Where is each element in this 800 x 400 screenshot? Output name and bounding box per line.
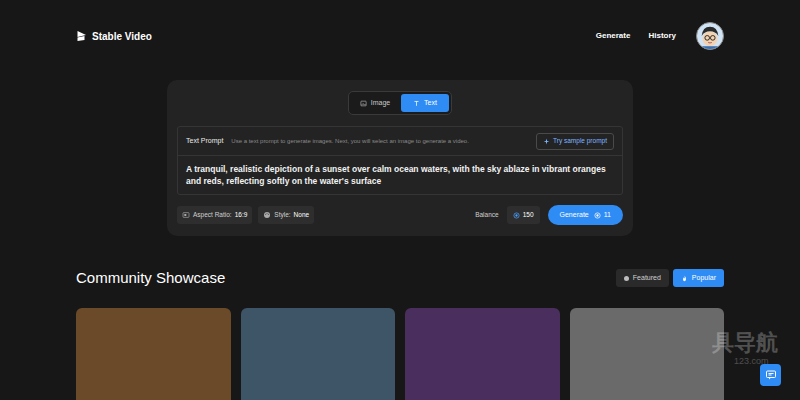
nav-link[interactable]: Generate: [596, 30, 631, 42]
mode-tab-label: Image: [371, 98, 390, 109]
avatar-icon[interactable]: [696, 22, 724, 50]
image-icon: [360, 100, 367, 107]
showcase-card[interactable]: [405, 308, 560, 400]
chat-button[interactable]: [760, 364, 781, 386]
showcase-header: Community Showcase Featured Popular: [76, 269, 724, 287]
prompt-text: A tranquil, realistic depiction of a sun…: [186, 163, 614, 187]
prompt-header: Text Prompt Use a text prompt to generate…: [178, 127, 622, 156]
logo-icon: [76, 30, 88, 42]
coin-icon: [513, 212, 520, 219]
generator-card: Image Text Text Prompt Use a text prompt to…: [167, 80, 633, 236]
header-right: Generate History: [596, 22, 724, 50]
showcase-card[interactable]: [241, 308, 396, 400]
chat-icon: [765, 369, 777, 381]
palette-icon: [263, 211, 271, 219]
mode-tab[interactable]: Image: [351, 94, 399, 112]
showcase-title: Community Showcase: [76, 267, 225, 290]
header: Stable Video Generate History: [0, 0, 800, 50]
showcase-grid: [76, 308, 724, 400]
generate-cost: 11: [604, 210, 611, 221]
logo[interactable]: Stable Video: [76, 29, 152, 44]
aspect-ratio-icon: [182, 211, 190, 219]
text-icon: [413, 100, 420, 107]
options-row: Aspect Ratio:16:9 Style: None Balance 150 Gen…: [177, 205, 623, 225]
showcase-card[interactable]: [76, 308, 231, 400]
showcase-tab-label: Featured: [633, 273, 661, 284]
prompt-hint: Use a text prompt to generate images. Ne…: [231, 137, 528, 146]
option-chip[interactable]: Aspect Ratio:16:9: [177, 206, 252, 224]
option-value: None: [294, 210, 310, 220]
showcase-card[interactable]: [570, 308, 725, 400]
showcase-tab[interactable]: Popular: [673, 269, 724, 287]
sample-prompt-button[interactable]: Try sample prompt: [536, 133, 614, 150]
balance-chip: 150: [507, 206, 540, 224]
generate-button[interactable]: Generate 11: [548, 205, 623, 225]
option-value: 16:9: [235, 210, 248, 220]
generate-label: Generate: [560, 210, 589, 221]
community-showcase: Community Showcase Featured Popular: [0, 269, 800, 400]
fire-icon: [681, 275, 688, 282]
watermark: 具导航123.com: [712, 330, 778, 367]
mode-tab-label: Text: [424, 98, 437, 109]
balance-label: Balance: [475, 210, 499, 220]
sparkle-icon: [543, 138, 550, 145]
logo-text: Stable Video: [92, 29, 152, 44]
sample-prompt-label: Try sample prompt: [553, 136, 607, 146]
prompt-box: Text Prompt Use a text prompt to generate…: [177, 126, 623, 195]
option-label: Aspect Ratio:: [193, 210, 232, 220]
balance-value: 150: [523, 210, 534, 220]
showcase-tabs: Featured Popular: [616, 269, 724, 287]
mode-tab[interactable]: Text: [401, 94, 449, 112]
prompt-label: Text Prompt: [186, 136, 223, 147]
showcase-tab[interactable]: Featured: [616, 269, 669, 287]
option-label: Style:: [274, 210, 290, 220]
nav-link[interactable]: History: [648, 30, 676, 42]
dot-icon: [624, 276, 629, 281]
watermark-line: 具导航: [712, 330, 778, 356]
mode-tabs: Image Text: [348, 91, 452, 115]
coin-icon: [594, 212, 601, 219]
showcase-tab-label: Popular: [692, 273, 716, 284]
prompt-input[interactable]: A tranquil, realistic depiction of a sun…: [178, 156, 622, 194]
option-chip[interactable]: Style: None: [258, 206, 314, 224]
